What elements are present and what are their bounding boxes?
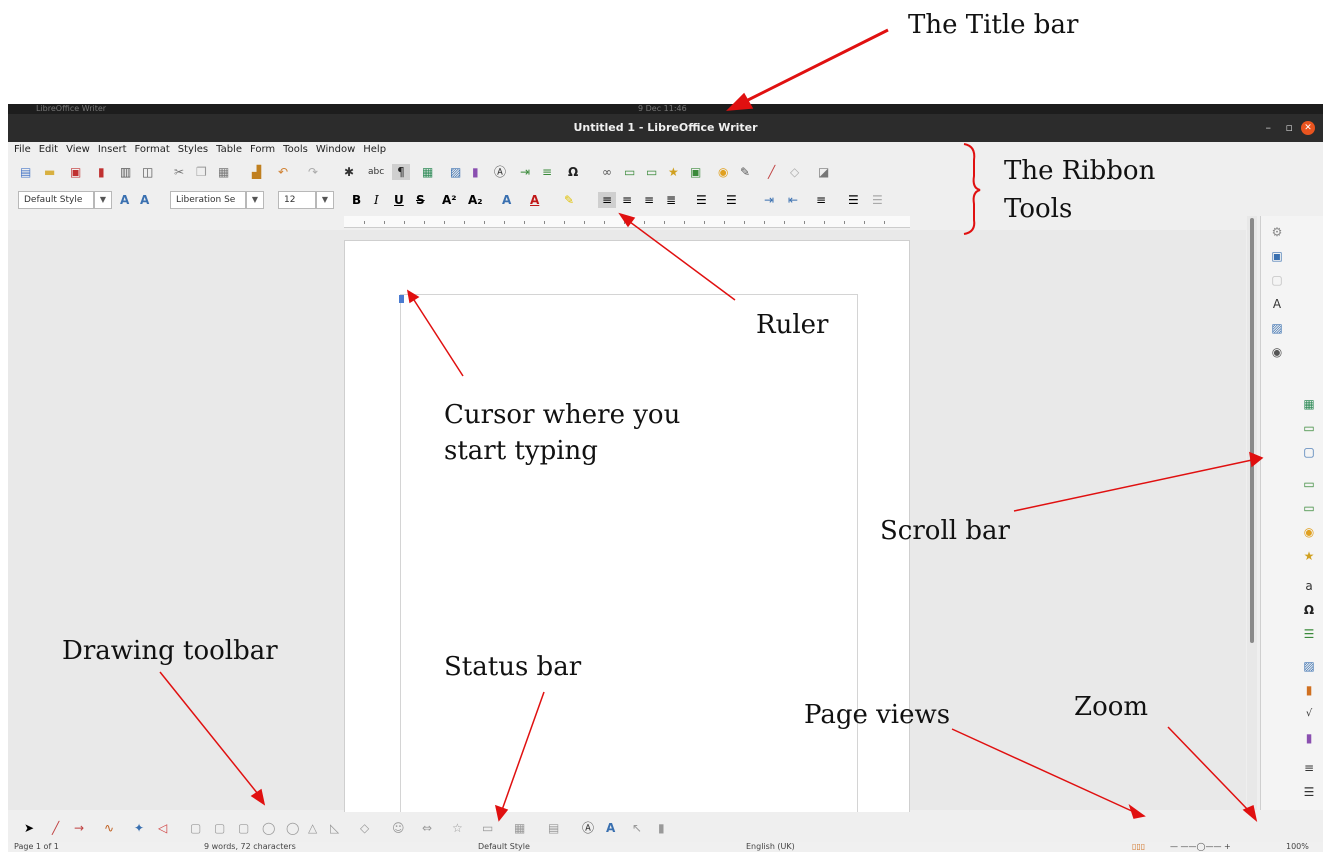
label-status-bar: Status bar [444,652,582,682]
label-title-bar: The Title bar [908,10,1079,40]
label-cursor-line1: Cursor where you [444,400,681,430]
label-page-views: Page views [804,700,951,730]
label-ribbon-line1: The Ribbon [1004,156,1156,186]
label-cursor-line2: start typing [444,436,598,466]
label-drawing-toolbar: Drawing toolbar [62,636,278,666]
label-ribbon-line2: Tools [1004,194,1073,224]
label-scroll-bar: Scroll bar [880,516,1010,546]
label-zoom: Zoom [1074,692,1149,722]
label-ruler: Ruler [756,310,829,340]
annotated-screenshot: LibreOffice Writer 9 Dec 11:46 Untitled … [0,0,1323,852]
